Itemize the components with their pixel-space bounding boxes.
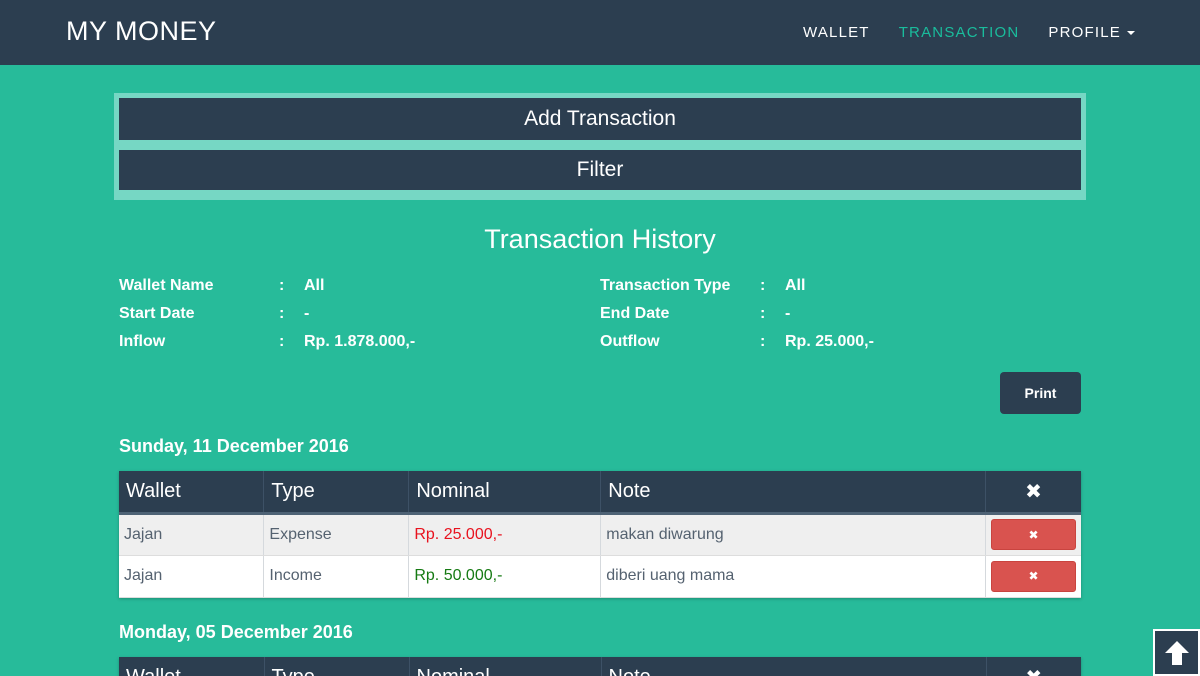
col-wallet-header: Wallet — [119, 657, 265, 676]
summary-colon: : — [760, 277, 766, 294]
delete-button[interactable]: ✖ — [990, 519, 1076, 550]
nav-transaction-label: TRANSACTION — [898, 24, 1020, 41]
summary-colon: : — [760, 333, 766, 350]
summary-left: Wallet Name : All Start Date : - Inflow … — [119, 272, 415, 356]
summary-row-transaction-type: Transaction Type : All — [600, 272, 874, 300]
col-nominal-header: Nominal — [408, 471, 602, 515]
summary-colon: : — [279, 277, 285, 294]
filter-button[interactable]: Filter — [119, 150, 1081, 190]
cell-nominal: Rp. 50.000,- — [408, 555, 602, 598]
cell-nominal: Rp. 25.000,- — [408, 513, 602, 556]
print-button[interactable]: Print — [1000, 372, 1081, 414]
summary-label: Outflow — [600, 333, 660, 350]
cell-wallet: Jajan — [119, 555, 265, 598]
table-header-row: Wallet Type Nominal Note ✖ — [119, 657, 1081, 676]
summary-label: End Date — [600, 305, 670, 322]
col-note-header: Note — [601, 657, 987, 676]
add-transaction-button[interactable]: Add Transaction — [119, 98, 1081, 140]
summary-row-start-date: Start Date : - — [119, 300, 415, 328]
cell-wallet: Jajan — [119, 513, 265, 556]
date-heading: Sunday, 11 December 2016 — [119, 436, 349, 456]
summary-colon: : — [760, 305, 766, 322]
cell-type: Expense — [263, 513, 410, 556]
summary-row-wallet-name: Wallet Name : All — [119, 272, 415, 300]
action-panel: Add Transaction Filter — [114, 93, 1086, 200]
summary-row-end-date: End Date : - — [600, 300, 874, 328]
close-icon: ✖ — [1028, 527, 1039, 542]
arrow-up-icon — [1164, 640, 1189, 665]
col-type-header: Type — [264, 657, 410, 676]
cell-type: Income — [263, 555, 410, 598]
close-icon: ✖ — [986, 657, 1081, 676]
summary-value: All — [304, 277, 325, 294]
close-icon: ✖ — [985, 471, 1081, 515]
page-title: Transaction History — [484, 224, 716, 254]
nav-wallet[interactable]: WALLET — [803, 24, 870, 41]
col-type-header: Type — [263, 471, 410, 515]
delete-button[interactable]: ✖ — [990, 560, 1076, 592]
col-note-header: Note — [600, 471, 986, 515]
table-row: Jajan Income Rp. 50.000,- diberi uang ma… — [119, 555, 1081, 598]
summary-value: Rp. 25.000,- — [785, 333, 874, 350]
cell-delete: ✖ — [985, 513, 1081, 556]
table-row: Jajan Expense Rp. 25.000,- makan diwarun… — [119, 513, 1081, 556]
table-header-row: Wallet Type Nominal Note ✖ — [119, 471, 1081, 515]
summary-label: Transaction Type — [600, 277, 731, 294]
nav-links: WALLET TRANSACTION PROFILE — [803, 0, 1135, 65]
cell-note: makan diwarung — [600, 513, 986, 556]
summary-row-outflow: Outflow : Rp. 25.000,- — [600, 328, 874, 356]
nav-profile-dropdown[interactable]: PROFILE — [1048, 24, 1135, 41]
cell-delete: ✖ — [985, 555, 1081, 598]
cell-note: diberi uang mama — [600, 555, 986, 598]
brand-logo[interactable]: MY MONEY — [66, 16, 217, 47]
summary-label: Wallet Name — [119, 277, 214, 294]
summary-colon: : — [279, 333, 285, 350]
summary-value: All — [785, 277, 806, 294]
navbar: MY MONEY WALLET TRANSACTION PROFILE — [0, 0, 1200, 65]
nav-wallet-label: WALLET — [803, 24, 870, 41]
summary-label: Start Date — [119, 305, 195, 322]
col-nominal-header: Nominal — [409, 657, 602, 676]
summary-value: - — [785, 305, 791, 322]
caret-down-icon — [1127, 30, 1135, 35]
summary-value: Rp. 1.878.000,- — [304, 333, 416, 350]
summary-value: - — [304, 305, 310, 322]
scroll-to-top-button[interactable] — [1153, 629, 1200, 676]
date-heading: Monday, 05 December 2016 — [119, 622, 353, 642]
nav-profile-label: PROFILE — [1048, 24, 1121, 41]
close-icon: ✖ — [1028, 569, 1039, 583]
nav-transaction[interactable]: TRANSACTION — [899, 24, 1020, 41]
summary-row-inflow: Inflow : Rp. 1.878.000,- — [119, 328, 415, 356]
summary-label: Inflow — [119, 333, 166, 350]
transaction-table: Wallet Type Nominal Note ✖ Jajan Expense… — [119, 471, 1081, 598]
col-wallet-header: Wallet — [119, 471, 265, 515]
transaction-table: Wallet Type Nominal Note ✖ — [119, 657, 1081, 676]
summary-colon: : — [279, 305, 285, 322]
summary-right: Transaction Type : All End Date : - Outf… — [600, 272, 874, 356]
